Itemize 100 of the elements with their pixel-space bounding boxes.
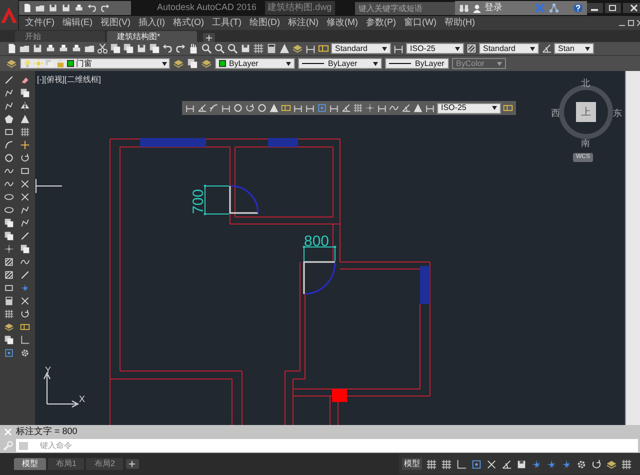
space-toggle[interactable]: 模型 bbox=[402, 458, 422, 470]
eraser-icon[interactable] bbox=[20, 75, 30, 85]
help-icon[interactable] bbox=[572, 3, 583, 13]
linear-dimension-icon[interactable] bbox=[185, 103, 195, 113]
save-icon[interactable] bbox=[136, 43, 147, 54]
calculator-icon[interactable] bbox=[4, 296, 14, 306]
folder-icon[interactable] bbox=[35, 3, 45, 13]
curve-icon[interactable] bbox=[389, 103, 399, 113]
dimension-toolbar[interactable]: ISO-25 bbox=[182, 101, 516, 115]
tolerance-icon[interactable] bbox=[503, 103, 513, 113]
copy-icon[interactable] bbox=[123, 43, 134, 54]
minimize-button[interactable] bbox=[586, 3, 603, 13]
door-drawing[interactable] bbox=[229, 185, 259, 214]
triangle-icon[interactable] bbox=[413, 103, 423, 113]
color-dropdown[interactable]: ByLayer bbox=[215, 58, 295, 69]
save-icon[interactable] bbox=[240, 43, 251, 54]
rectangle-icon[interactable] bbox=[20, 166, 30, 176]
hand-icon[interactable] bbox=[188, 43, 199, 54]
line-icon[interactable] bbox=[4, 75, 14, 85]
save-icon[interactable] bbox=[48, 3, 58, 13]
zoom-icon[interactable] bbox=[227, 43, 238, 54]
menu-item[interactable]: 工具(T) bbox=[212, 16, 242, 30]
menu-item[interactable]: 修改(M) bbox=[326, 16, 358, 30]
rotate-icon[interactable] bbox=[20, 153, 30, 163]
angle-dimension-icon[interactable] bbox=[197, 103, 207, 113]
cross-icon[interactable] bbox=[20, 296, 30, 306]
zoom-icon[interactable] bbox=[201, 43, 212, 54]
compass-label[interactable]: 北 bbox=[581, 77, 590, 90]
close-button[interactable] bbox=[622, 3, 640, 13]
scroll-bar[interactable] bbox=[625, 71, 640, 425]
gear-icon[interactable] bbox=[576, 458, 587, 470]
print-icon[interactable] bbox=[58, 43, 69, 54]
print-icon[interactable] bbox=[71, 43, 82, 54]
snap-icon[interactable] bbox=[471, 458, 482, 470]
grid-icon[interactable] bbox=[621, 458, 632, 470]
menu-item[interactable]: 编辑(E) bbox=[62, 16, 92, 30]
cross-icon[interactable] bbox=[20, 192, 30, 202]
grid-icon[interactable] bbox=[441, 458, 452, 470]
undo-icon[interactable] bbox=[162, 43, 173, 54]
dimension-style-dropdown[interactable]: ISO-25 bbox=[406, 43, 464, 54]
mirror-icon[interactable] bbox=[20, 101, 30, 111]
arc-icon[interactable] bbox=[4, 140, 14, 150]
layers-icon[interactable] bbox=[606, 458, 617, 470]
copy-icon[interactable] bbox=[149, 43, 160, 54]
save-icon[interactable] bbox=[516, 458, 527, 470]
copy-icon[interactable] bbox=[187, 58, 198, 69]
circle-icon[interactable] bbox=[4, 153, 14, 163]
rectangle-icon[interactable] bbox=[4, 283, 14, 293]
linear-dimension-icon[interactable] bbox=[305, 103, 315, 113]
undo-icon[interactable] bbox=[87, 3, 97, 13]
menu-item[interactable]: 视图(V) bbox=[100, 16, 130, 30]
menu-item[interactable]: 窗口(W) bbox=[404, 16, 436, 30]
linear-dimension-icon[interactable] bbox=[221, 103, 231, 113]
menu-item[interactable]: 标注(N) bbox=[288, 16, 318, 30]
menu-item[interactable]: 参数(P) bbox=[366, 16, 396, 30]
grid-icon[interactable] bbox=[426, 458, 437, 470]
scissors-icon[interactable] bbox=[97, 43, 108, 54]
save-icon[interactable] bbox=[61, 3, 71, 13]
point-icon[interactable] bbox=[4, 244, 14, 254]
polygon-icon[interactable] bbox=[4, 114, 14, 124]
layers-icon[interactable] bbox=[201, 58, 212, 69]
redo-icon[interactable] bbox=[100, 3, 110, 13]
minimize-button[interactable] bbox=[618, 24, 625, 26]
gear-icon[interactable] bbox=[20, 348, 30, 358]
tolerance-icon[interactable] bbox=[20, 322, 30, 332]
new-layout-button[interactable] bbox=[126, 459, 139, 469]
tolerance-icon[interactable] bbox=[281, 103, 291, 113]
file-tab[interactable]: 建筑结构图* bbox=[107, 31, 197, 42]
menu-item[interactable]: 绘图(D) bbox=[250, 16, 280, 30]
menu-item[interactable]: 插入(I) bbox=[138, 16, 165, 30]
linear-dimension-icon[interactable] bbox=[293, 103, 303, 113]
linear-dimension-icon[interactable] bbox=[393, 43, 404, 54]
layers-icon[interactable] bbox=[292, 43, 303, 54]
linear-dimension-icon[interactable] bbox=[329, 103, 339, 113]
grid-icon[interactable] bbox=[20, 127, 30, 137]
maximize-button[interactable] bbox=[604, 3, 621, 13]
angle-dimension-icon[interactable] bbox=[501, 458, 512, 470]
zoom-icon[interactable] bbox=[214, 43, 225, 54]
triangle-icon[interactable] bbox=[20, 114, 30, 124]
dimension-line[interactable] bbox=[204, 184, 230, 216]
new-tab-button[interactable] bbox=[203, 33, 215, 42]
layers-icon[interactable] bbox=[6, 58, 17, 69]
compass-label[interactable]: 西 bbox=[551, 107, 560, 120]
triangle-icon[interactable] bbox=[269, 103, 279, 113]
compass-label[interactable]: 东 bbox=[613, 107, 622, 120]
linetype-dropdown[interactable]: ByLayer bbox=[298, 58, 382, 69]
ortho-icon[interactable] bbox=[456, 458, 467, 470]
angle-dimension-icon[interactable] bbox=[541, 43, 552, 54]
circle-icon[interactable] bbox=[233, 103, 243, 113]
search-field[interactable]: 键入关键字或短语 bbox=[354, 2, 455, 14]
table-style-dropdown[interactable]: Standard bbox=[479, 43, 539, 54]
rectangle-icon[interactable] bbox=[4, 127, 14, 137]
layers-icon[interactable] bbox=[4, 322, 14, 332]
move-icon[interactable] bbox=[20, 140, 30, 150]
angle-dimension-icon[interactable] bbox=[401, 103, 411, 113]
print-icon[interactable] bbox=[74, 3, 84, 13]
grid-icon[interactable] bbox=[4, 309, 14, 319]
file-tab[interactable]: 开始 bbox=[15, 31, 105, 42]
linear-dimension-icon[interactable] bbox=[305, 43, 316, 54]
cross-icon[interactable] bbox=[486, 458, 497, 470]
